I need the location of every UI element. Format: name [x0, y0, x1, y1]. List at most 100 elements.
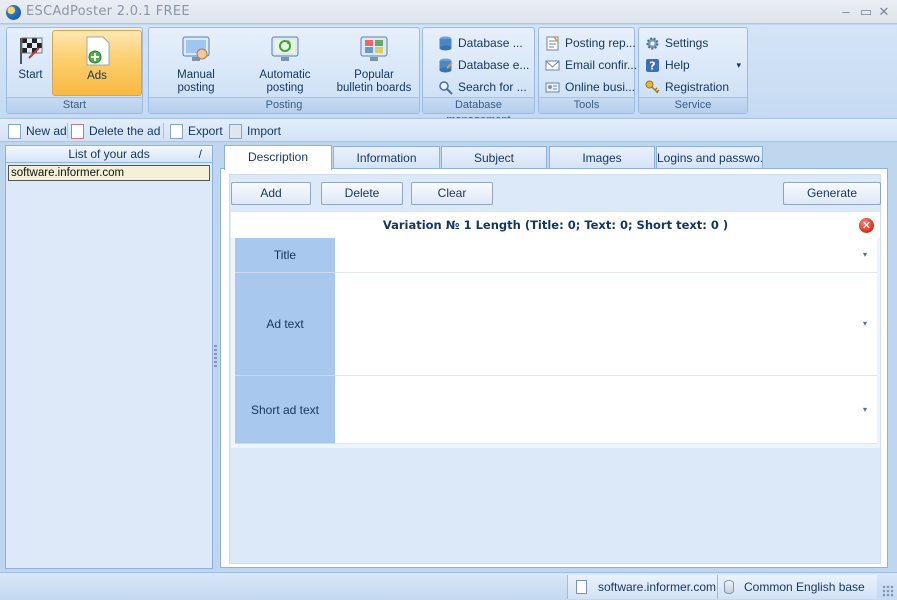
business-card-icon: [545, 80, 560, 95]
email-confirmation-button[interactable]: Email confir...: [545, 55, 637, 75]
manual-posting-label-1: Manual: [177, 69, 215, 81]
tab-images[interactable]: Images: [549, 146, 655, 168]
generate-button[interactable]: Generate: [783, 182, 881, 205]
help-icon: ?: [645, 58, 660, 73]
automatic-posting-label-1: Automatic: [259, 69, 311, 81]
add-document-icon: [81, 35, 113, 67]
ads-toolbar: New ad Delete the ad Export Import: [0, 118, 897, 142]
ribbon-group-database: Database ... Database e... Search for ..…: [422, 27, 535, 126]
minimize-button[interactable]: –: [838, 4, 854, 20]
database-icon: [438, 36, 453, 51]
new-ad-button[interactable]: New ad: [8, 122, 67, 140]
start-button[interactable]: Start: [9, 30, 52, 96]
new-ad-label: New ad: [26, 124, 67, 138]
import-button[interactable]: Import: [229, 122, 281, 140]
short-ad-text-field[interactable]: ▾: [335, 376, 877, 444]
delete-button[interactable]: Delete: [321, 182, 403, 205]
report-icon: [545, 36, 560, 51]
export-button[interactable]: Export: [170, 122, 223, 140]
ads-button[interactable]: Ads: [52, 30, 142, 96]
status-database-text: Common English base: [744, 580, 865, 594]
key-icon: [645, 80, 660, 95]
toolbar-divider: [163, 123, 164, 139]
title-dropdown-arrow[interactable]: ▾: [863, 250, 867, 259]
ribbon-group-service: Settings ? Help ▾ Registration Service: [638, 27, 748, 114]
short-ad-text-dropdown-arrow[interactable]: ▾: [863, 405, 867, 414]
export-icon: [170, 124, 183, 139]
settings-button[interactable]: Settings: [645, 33, 708, 53]
monitor-refresh-icon: [269, 34, 301, 66]
email-icon: [545, 58, 560, 73]
search-icon: [438, 80, 453, 95]
variation-header: Variation № 1 Length (Title: 0; Text: 0;…: [231, 212, 880, 238]
tab-logins-passwords[interactable]: Logins and passwo...: [656, 146, 763, 168]
close-window-button[interactable]: ✕: [876, 4, 892, 20]
manual-posting-button[interactable]: Manual posting: [153, 30, 239, 96]
search-for-button-label: Search for ...: [458, 80, 527, 94]
settings-label: Settings: [665, 36, 709, 50]
variation-title: Variation № 1 Length (Title: 0; Text: 0;…: [382, 218, 729, 232]
ribbon-group-start: Start Ads Start: [6, 27, 143, 114]
delete-ad-label: Delete the ad: [89, 124, 161, 138]
ribbon-group-tools: Posting rep... Email confir... Online bu…: [538, 27, 637, 114]
new-document-icon: [8, 124, 21, 139]
add-button[interactable]: Add: [231, 182, 311, 205]
title-field-label: Title: [235, 238, 335, 273]
help-label: Help: [665, 58, 690, 72]
popular-boards-label-1: Popular: [354, 69, 394, 81]
database-edit-button-label: Database e...: [458, 58, 530, 72]
ribbon-group-label: Start: [7, 97, 142, 113]
database-edit-button[interactable]: Database e...: [438, 55, 529, 75]
export-label: Export: [188, 124, 223, 138]
ad-editor-panel: Description Information Subject Images L…: [220, 145, 892, 569]
registration-button[interactable]: Registration: [645, 77, 729, 97]
status-current-ad: software.informer.com: [567, 575, 717, 599]
title-bar: ESCAdPoster 2.0.1 FREE – ▭ ✕: [0, 0, 897, 24]
list-item[interactable]: software.informer.com: [8, 165, 210, 181]
svg-text:?: ?: [649, 60, 655, 73]
gear-icon: [645, 36, 660, 51]
maximize-button[interactable]: ▭: [858, 4, 874, 20]
variation-box: Variation № 1 Length (Title: 0; Text: 0;…: [231, 212, 880, 448]
registration-label: Registration: [665, 80, 730, 94]
help-dropdown-arrow[interactable]: ▾: [736, 55, 741, 75]
monitor-hand-icon: [180, 34, 212, 66]
database-button-label: Database ...: [458, 36, 523, 50]
popular-bulletin-boards-button[interactable]: Popular bulletin boards: [331, 30, 417, 96]
search-for-button[interactable]: Search for ...: [438, 77, 527, 97]
status-current-ad-text: software.informer.com: [598, 580, 717, 594]
clear-button[interactable]: Clear: [411, 182, 493, 205]
document-icon: [576, 580, 587, 594]
remove-variation-icon[interactable]: ✕: [859, 218, 874, 233]
resize-grip[interactable]: [882, 585, 894, 597]
delete-document-icon: [71, 124, 84, 139]
manual-posting-label-2: posting: [177, 82, 215, 94]
ribbon-group-label: Database management: [423, 97, 534, 126]
title-field[interactable]: ▾: [335, 238, 877, 273]
short-ad-text-field-label: Short ad text: [235, 376, 335, 444]
status-database: Common English base: [717, 575, 877, 599]
tab-information[interactable]: Information: [333, 146, 440, 168]
delete-ad-button[interactable]: Delete the ad: [71, 122, 160, 140]
description-tab-body: Add Delete Clear Generate Variation № 1 …: [220, 168, 888, 568]
help-button[interactable]: ? Help ▾: [645, 55, 745, 75]
bulletin-board-icon: [358, 34, 390, 66]
posting-report-label: Posting rep...: [565, 36, 636, 50]
import-label: Import: [247, 124, 282, 138]
ribbon-group-label: Service: [639, 97, 747, 113]
ad-text-field[interactable]: ▾: [335, 273, 877, 376]
ads-list-header[interactable]: List of your ads /: [6, 146, 212, 163]
status-bar: software.informer.com Common English bas…: [0, 572, 897, 600]
tab-subject[interactable]: Subject: [441, 146, 547, 168]
panel-splitter-handle[interactable]: [214, 345, 217, 367]
online-business-button[interactable]: Online busi...: [545, 77, 635, 97]
ribbon-group-label: Tools: [539, 97, 634, 113]
database-button[interactable]: Database ...: [438, 33, 523, 53]
ad-text-dropdown-arrow[interactable]: ▾: [863, 319, 867, 328]
ribbon-group-label: Posting: [149, 97, 419, 113]
ribbon-group-posting: Manual posting Automatic posting Popular…: [148, 27, 420, 114]
tab-description[interactable]: Description: [224, 145, 332, 170]
toolbar-divider: [67, 123, 68, 139]
automatic-posting-button[interactable]: Automatic posting: [242, 30, 328, 96]
posting-report-button[interactable]: Posting rep...: [545, 33, 636, 53]
